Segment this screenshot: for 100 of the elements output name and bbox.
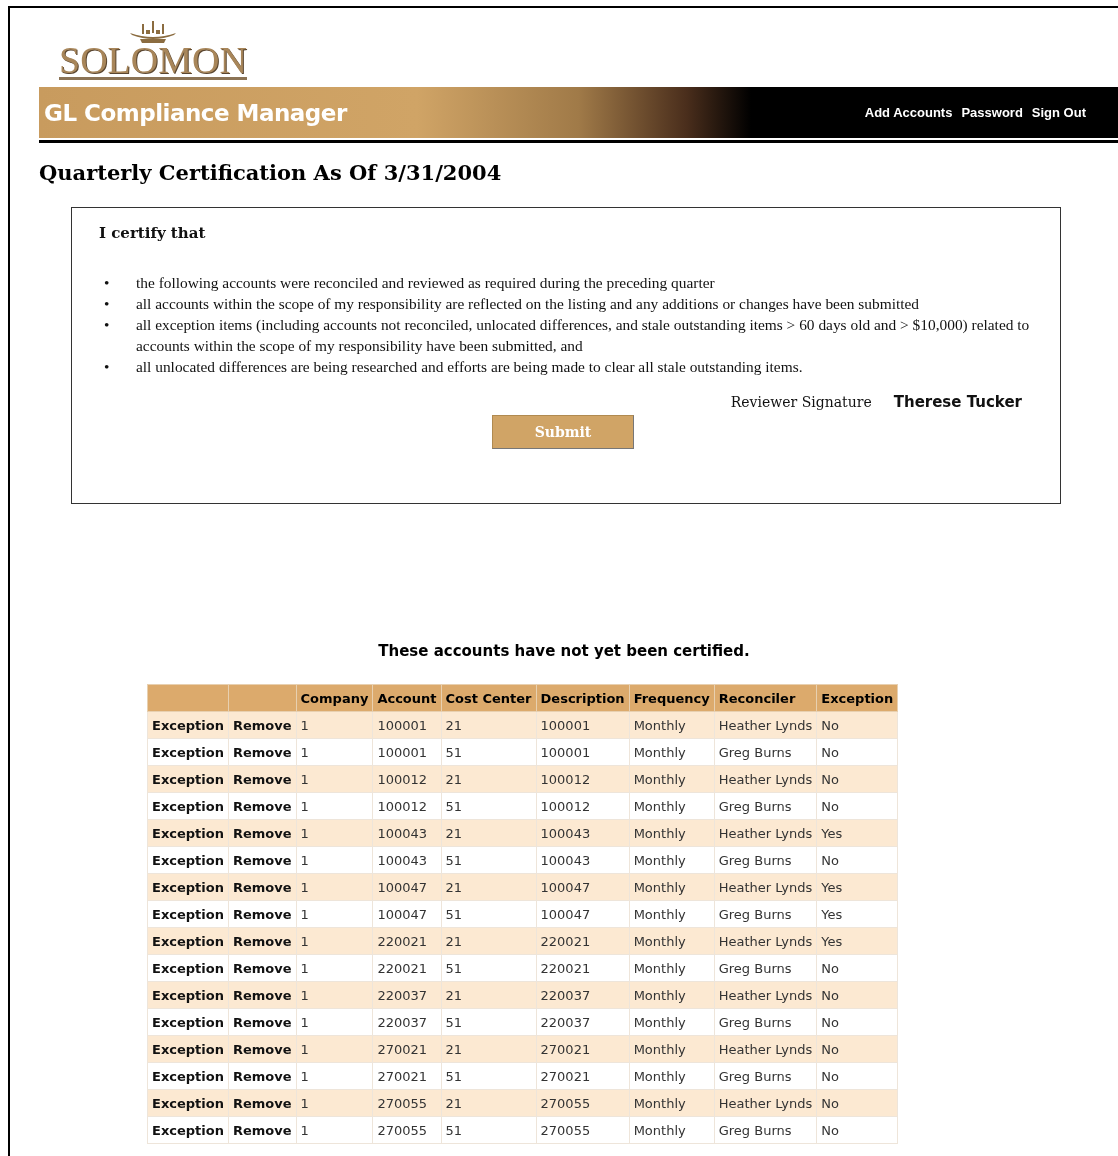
- table-cell: 220037: [372, 1008, 442, 1036]
- table-cell: Monthly: [629, 765, 715, 793]
- nav-link[interactable]: Password: [961, 105, 1023, 120]
- table-cell: Heather Lynds: [714, 1035, 817, 1063]
- table-cell: No: [816, 1035, 898, 1063]
- table-cell: 270021: [372, 1035, 442, 1063]
- table-cell: 220021: [372, 954, 442, 982]
- table-cell: Heather Lynds: [714, 819, 817, 847]
- bullet: •: [103, 273, 111, 293]
- table-cell: 270021: [372, 1062, 442, 1090]
- table-cell: No: [816, 846, 898, 874]
- table-cell: 21: [441, 819, 537, 847]
- table-cell: 1: [296, 738, 373, 766]
- table-cell: 1: [296, 1008, 373, 1036]
- header-cell: [228, 684, 297, 712]
- certification-statement: all unlocated differences are being researched and efforts are being made to clear all stale outstanding items.: [136, 357, 804, 377]
- table-cell: 51: [441, 1008, 537, 1036]
- table-cell: Monthly: [629, 927, 715, 955]
- table-cell: No: [816, 981, 898, 1009]
- column-header: Exception: [816, 684, 898, 712]
- table-cell: 1: [296, 711, 373, 739]
- table-cell: 220037: [536, 1008, 630, 1036]
- table-cell: 1: [296, 900, 373, 928]
- table-cell: 100012: [372, 765, 442, 793]
- table-cell: Greg Burns: [714, 738, 817, 766]
- table-cell: Heather Lynds: [714, 981, 817, 1009]
- table-cell: Greg Burns: [714, 846, 817, 874]
- table-cell: 21: [441, 1089, 537, 1117]
- table-cell: Yes: [816, 927, 898, 955]
- column-header: Company: [296, 684, 373, 712]
- table-cell: 270021: [536, 1062, 630, 1090]
- table-cell: Heather Lynds: [714, 711, 817, 739]
- table-cell: Greg Burns: [714, 792, 817, 820]
- table-cell: Monthly: [629, 900, 715, 928]
- column-header: Reconciler: [714, 684, 817, 712]
- table-cell: 51: [441, 954, 537, 982]
- bullet: •: [103, 294, 111, 314]
- table-cell: 100001: [372, 711, 442, 739]
- table-cell: No: [816, 1062, 898, 1090]
- table-cell: 51: [441, 1116, 537, 1144]
- table-cell: Greg Burns: [714, 1062, 817, 1090]
- page-title: Quarterly Certification As Of 3/31/2004: [39, 160, 503, 185]
- table-cell: 100047: [536, 873, 630, 901]
- table-cell: 100047: [372, 900, 442, 928]
- table-cell: 51: [441, 1062, 537, 1090]
- table-cell: 21: [441, 765, 537, 793]
- table-cell: 220021: [536, 927, 630, 955]
- table-cell: Greg Burns: [714, 1116, 817, 1144]
- table-cell: 1: [296, 1035, 373, 1063]
- table-cell: 51: [441, 738, 537, 766]
- column-header: Description: [536, 684, 630, 712]
- table-cell: 220021: [372, 927, 442, 955]
- table-cell: Monthly: [629, 738, 715, 766]
- table-cell: No: [816, 738, 898, 766]
- nav-link[interactable]: Add Accounts: [864, 105, 953, 120]
- table-cell: No: [816, 1008, 898, 1036]
- table-cell: Monthly: [629, 1089, 715, 1117]
- table-cell: 100001: [372, 738, 442, 766]
- table-cell: Monthly: [629, 819, 715, 847]
- certify-heading: I certify that: [99, 224, 207, 242]
- table-cell: Heather Lynds: [714, 873, 817, 901]
- table-cell: 220037: [372, 981, 442, 1009]
- table-cell: 51: [441, 900, 537, 928]
- table-cell: Heather Lynds: [714, 765, 817, 793]
- signature-name: Therese Tucker: [893, 393, 1022, 411]
- table-cell: 1: [296, 954, 373, 982]
- table-cell: 100043: [372, 819, 442, 847]
- table-cell: 100047: [536, 900, 630, 928]
- logo-wordmark: SOLOMON: [59, 43, 247, 80]
- table-cell: No: [816, 792, 898, 820]
- table-cell: 100012: [536, 765, 630, 793]
- table-cell: 21: [441, 711, 537, 739]
- bullet: •: [103, 357, 111, 377]
- table-cell: 270021: [536, 1035, 630, 1063]
- table-cell: 100001: [536, 711, 630, 739]
- crown-icon: [128, 21, 178, 43]
- table-cell: 21: [441, 1035, 537, 1063]
- table-cell: Monthly: [629, 711, 715, 739]
- table-cell: Heather Lynds: [714, 927, 817, 955]
- table-cell: 1: [296, 1116, 373, 1144]
- table-cell: Heather Lynds: [714, 1089, 817, 1117]
- table-cell: 1: [296, 927, 373, 955]
- table-cell: 100001: [536, 738, 630, 766]
- table-cell: 270055: [372, 1116, 442, 1144]
- nav-link[interactable]: Sign Out: [1031, 105, 1086, 120]
- table-cell: No: [816, 711, 898, 739]
- table-cell: 100012: [372, 792, 442, 820]
- table-cell: Monthly: [629, 846, 715, 874]
- table-cell: 100043: [536, 819, 630, 847]
- table-cell: No: [816, 1089, 898, 1117]
- table-cell: 51: [441, 792, 537, 820]
- table-cell: Monthly: [629, 873, 715, 901]
- table-cell: 270055: [372, 1089, 442, 1117]
- table-cell: 21: [441, 927, 537, 955]
- table-cell: 21: [441, 873, 537, 901]
- table-cell: No: [816, 1116, 898, 1144]
- table-cell: Greg Burns: [714, 1008, 817, 1036]
- table-cell: Monthly: [629, 1116, 715, 1144]
- table-cell: 100043: [536, 846, 630, 874]
- table-cell: 1: [296, 873, 373, 901]
